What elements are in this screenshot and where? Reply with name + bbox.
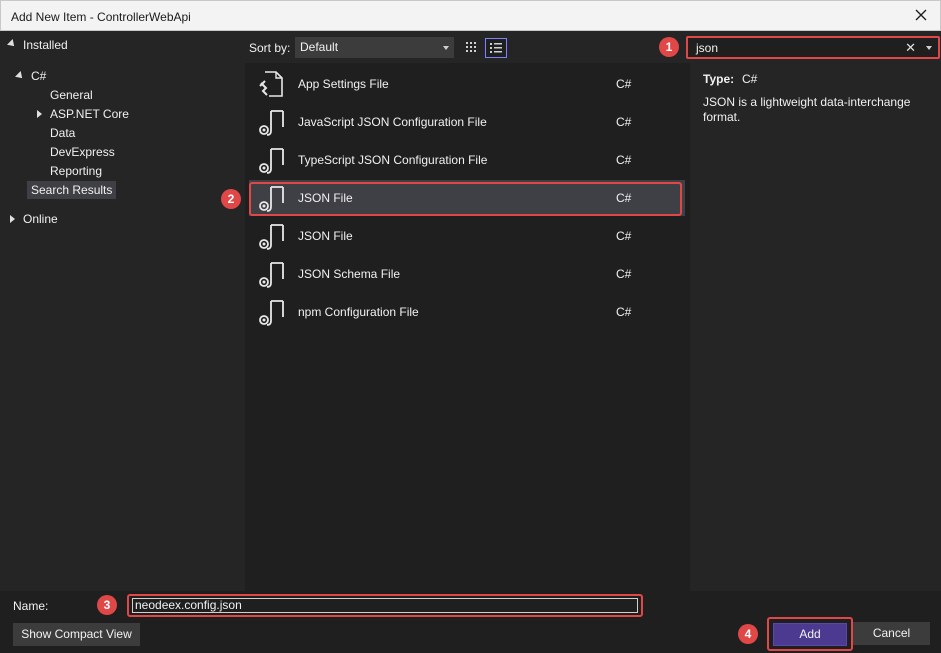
name-value[interactable]: neodeex.config.json (132, 598, 638, 613)
chevron-down-icon[interactable] (926, 46, 932, 50)
type-label: Type: (703, 72, 735, 86)
item-name: npm Configuration File (298, 305, 419, 319)
list-item[interactable]: JavaScript JSON Configuration File C# (249, 104, 685, 140)
json-file-icon (259, 148, 284, 174)
clear-icon[interactable]: ✕ (905, 40, 916, 56)
show-compact-view-button[interactable]: Show Compact View (13, 623, 140, 646)
tree-item-online[interactable]: Online (23, 210, 58, 228)
item-name: JSON File (298, 229, 353, 243)
add-button[interactable]: Add (773, 623, 847, 646)
details-pane: Type: C# JSON is a lightweight data-inte… (690, 63, 941, 591)
list-view-icon (490, 43, 502, 53)
type-value: C# (742, 72, 758, 86)
collapse-icon[interactable] (15, 71, 25, 81)
json-file-icon (259, 186, 284, 212)
list-item[interactable]: JSON File C# (249, 218, 685, 254)
json-file-icon (259, 300, 284, 326)
item-list: App Settings File C# JavaScript JSON Con… (245, 63, 690, 591)
title-bar: Add New Item - ControllerWebApi (0, 0, 941, 31)
annotation-badge: 1 (659, 37, 679, 57)
annotation-badge: 2 (221, 189, 241, 209)
collapse-icon[interactable] (7, 39, 17, 49)
item-name: App Settings File (298, 77, 389, 91)
item-language: C# (616, 267, 632, 281)
cancel-button[interactable]: Cancel (853, 622, 930, 645)
name-label: Name: (13, 599, 49, 613)
chevron-down-icon (443, 46, 449, 50)
tree-item-search-results[interactable]: Search Results (27, 181, 117, 199)
tree-item-general[interactable]: General (50, 86, 93, 104)
expand-icon[interactable] (37, 110, 42, 118)
tree-item-aspnet-core[interactable]: ASP.NET Core (50, 105, 129, 123)
item-language: C# (616, 229, 632, 243)
list-item[interactable]: App Settings File C# (249, 66, 685, 102)
list-item[interactable]: npm Configuration File C# (249, 294, 685, 330)
item-name: JSON File (298, 191, 353, 205)
search-input[interactable]: json ✕ (686, 36, 940, 59)
window-title: Add New Item - ControllerWebApi (11, 10, 191, 24)
expand-icon[interactable] (10, 215, 15, 223)
item-language: C# (616, 153, 632, 167)
item-language: C# (616, 77, 632, 91)
item-language: C# (616, 191, 632, 205)
annotation-badge: 4 (738, 624, 758, 644)
sort-by-label: Sort by: (249, 41, 291, 55)
close-icon[interactable] (912, 6, 930, 24)
sort-dropdown[interactable]: Default (295, 37, 454, 58)
item-description: JSON is a lightweight data-interchange f… (703, 95, 911, 124)
tree-item-csharp[interactable]: C# (31, 67, 46, 85)
add-button-highlight: Add (767, 617, 853, 651)
name-field[interactable]: neodeex.config.json (127, 594, 643, 617)
json-file-icon (259, 110, 284, 136)
sort-value: Default (300, 40, 339, 54)
item-language: C# (616, 115, 632, 129)
grid-view-button[interactable] (461, 38, 483, 58)
bottom-bar: Name: neodeex.config.json Show Compact V… (0, 591, 941, 653)
item-name: TypeScript JSON Configuration File (298, 153, 488, 167)
app-settings-file-icon (259, 71, 283, 97)
list-item-selected[interactable]: JSON File C# (249, 180, 685, 216)
tree-item-installed[interactable]: Installed (23, 36, 68, 54)
list-item[interactable]: TypeScript JSON Configuration File C# (249, 142, 685, 178)
item-language: C# (616, 305, 632, 319)
grid-view-icon (466, 42, 476, 52)
annotation-badge: 3 (97, 595, 117, 615)
tree-item-data[interactable]: Data (50, 124, 75, 142)
search-value: json (696, 41, 719, 55)
list-view-button[interactable] (485, 38, 507, 58)
template-tree: Installed C# General ASP.NET Core Data D… (0, 31, 245, 591)
json-file-icon (259, 224, 284, 250)
item-name: JavaScript JSON Configuration File (298, 115, 487, 129)
item-name: JSON Schema File (298, 267, 401, 281)
list-item[interactable]: JSON Schema File C# (249, 256, 685, 292)
json-file-icon (259, 262, 284, 288)
tree-item-devexpress[interactable]: DevExpress (50, 143, 115, 161)
tree-item-reporting[interactable]: Reporting (50, 162, 102, 180)
